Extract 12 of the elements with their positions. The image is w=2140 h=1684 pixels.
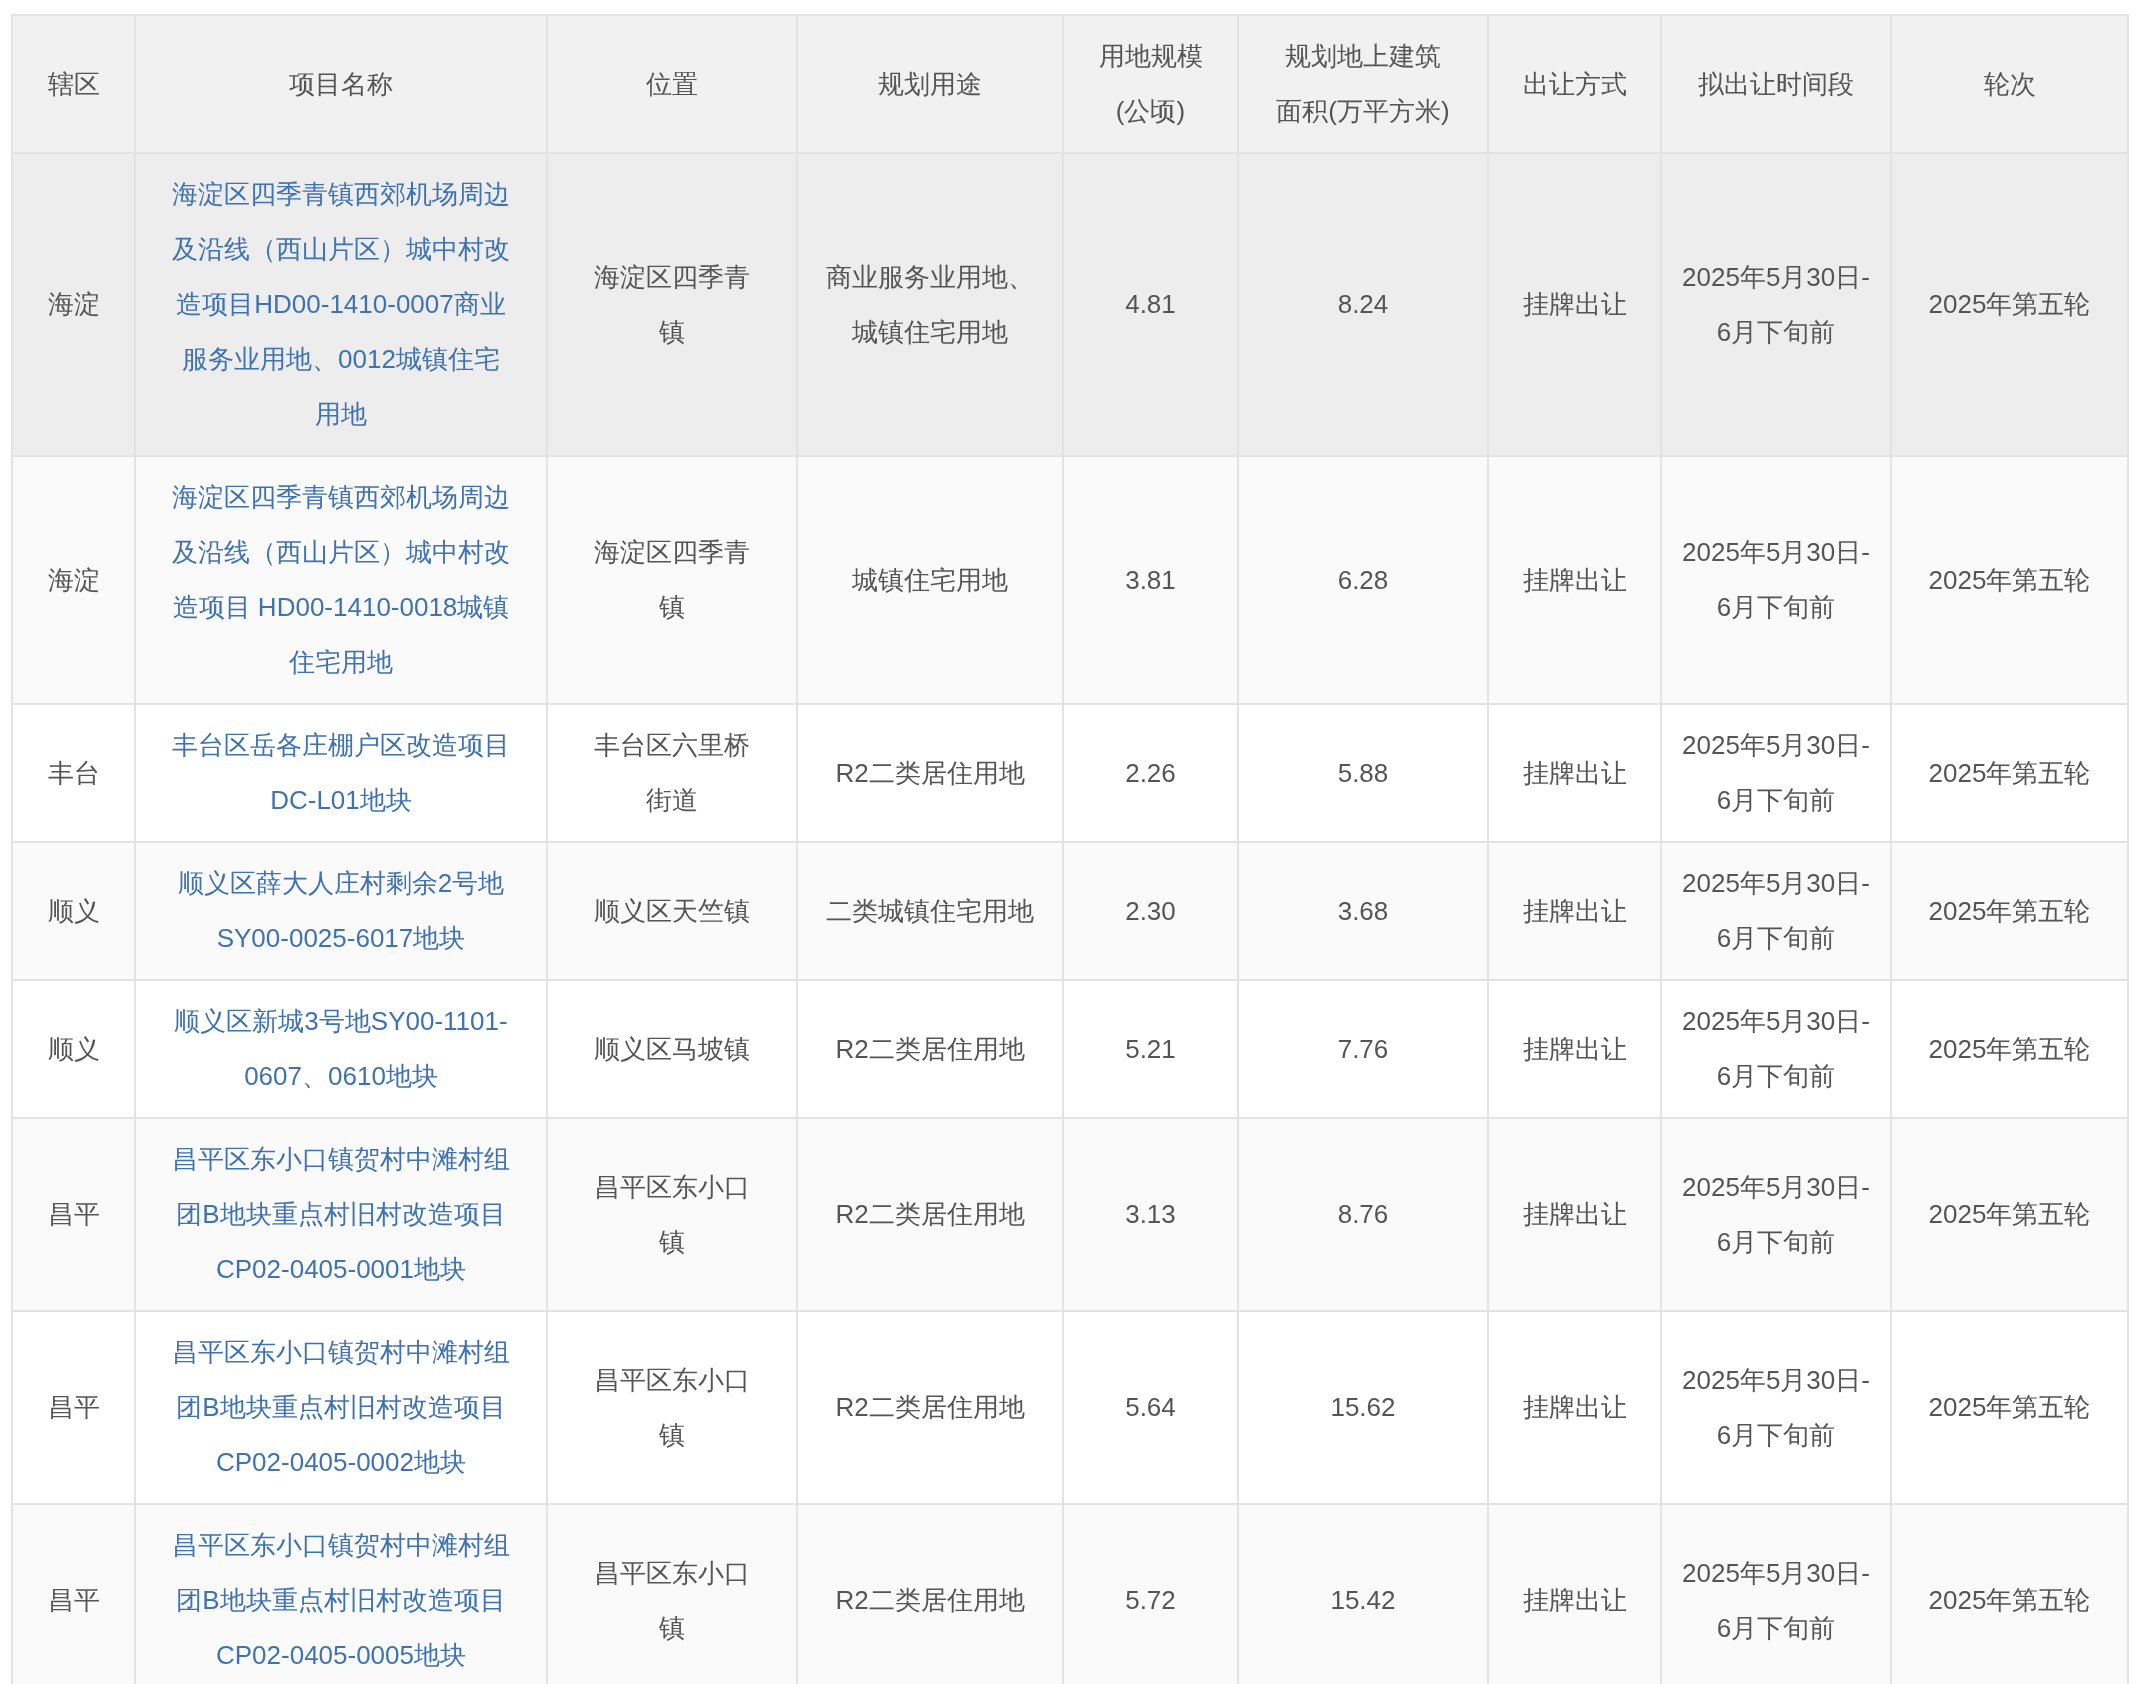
column-header: 位置 (547, 15, 797, 153)
table-cell: 海淀 (12, 153, 135, 456)
column-header: 用地规模(公顷) (1063, 15, 1238, 153)
column-header: 出让方式 (1488, 15, 1661, 153)
column-header: 拟出让时间段 (1661, 15, 1891, 153)
table-cell: 海淀 (12, 456, 135, 704)
column-header: 项目名称 (135, 15, 547, 153)
column-header: 规划用途 (797, 15, 1063, 153)
table-cell: 昌平 (12, 1504, 135, 1684)
column-header: 轮次 (1891, 15, 2128, 153)
column-header: 规划地上建筑面积(万平方米) (1238, 15, 1488, 153)
column-header: 辖区 (12, 15, 135, 153)
